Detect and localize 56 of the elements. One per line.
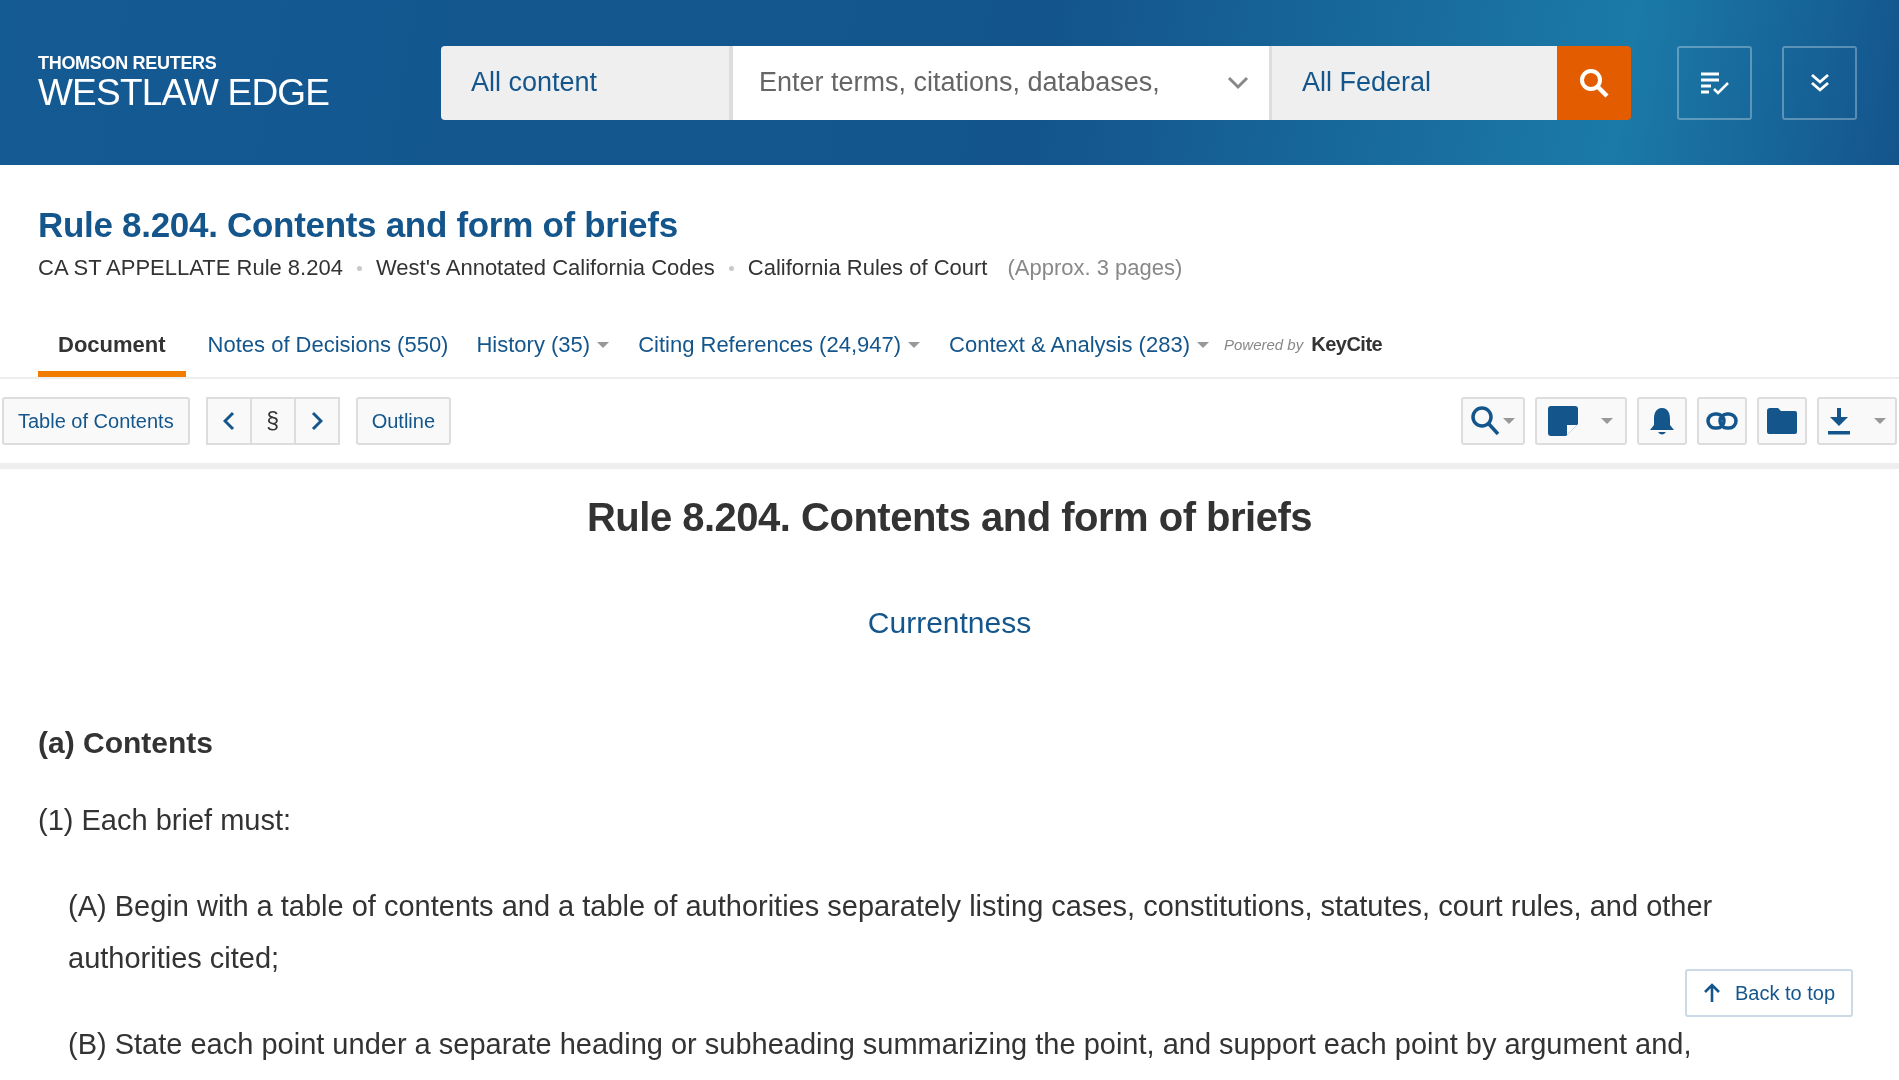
separator-dot <box>728 265 734 271</box>
search-options-button[interactable] <box>1207 45 1269 120</box>
chevron-left-icon <box>222 411 235 431</box>
document-tab[interactable]: Context & Analysis (283) <box>935 319 1224 377</box>
document-heading: Rule 8.204. Contents and form of briefs <box>585 495 1314 540</box>
search-button[interactable] <box>1557 45 1631 120</box>
caret-down-icon <box>1600 417 1614 425</box>
double-chevron-down-icon <box>1809 72 1830 93</box>
search-menu-button[interactable] <box>1461 397 1525 445</box>
chevron-right-icon <box>310 411 323 431</box>
document-tab[interactable]: Citing References (24,947) <box>624 319 936 377</box>
powered-by-text: Powered by <box>1223 335 1304 353</box>
page-count: (Approx. 3 pages) <box>1007 255 1183 281</box>
folder-icon <box>1767 408 1797 434</box>
chevron-down-icon <box>1227 75 1249 90</box>
jurisdiction-dropdown[interactable]: All Federal <box>1269 45 1557 120</box>
document-title: Rule 8.204. Contents and form of briefs <box>38 205 679 245</box>
keycite-logo: KeyCite <box>1311 332 1383 356</box>
list-check-icon <box>1699 70 1730 95</box>
brand-subtitle: THOMSON REUTERS <box>38 52 218 74</box>
document-tab[interactable]: Notes of Decisions (550) <box>193 319 463 377</box>
folder-button[interactable] <box>1757 397 1807 445</box>
currentness-link[interactable]: Currentness <box>38 606 1861 640</box>
previous-button[interactable] <box>205 397 252 445</box>
brand-logo: WESTLAW EDGE <box>38 73 331 113</box>
back-to-top-button[interactable]: Back to top <box>1685 969 1854 1017</box>
separator-dot <box>356 265 362 271</box>
paragraph-text: (1) Each brief must: <box>38 803 293 838</box>
outline-button[interactable]: Outline <box>355 397 452 445</box>
content-dropdown[interactable]: All content <box>441 45 729 120</box>
arrow-up-icon <box>1703 983 1721 1003</box>
document-tab[interactable]: History (35) <box>462 319 625 377</box>
search-field[interactable]: Enter terms, citations, databases, <box>729 45 1207 120</box>
paragraph-text: (B) State each point under a separate heading or subheading summarizing the point, and support each point by argument and, <box>68 1027 1693 1062</box>
section-button[interactable]: § <box>249 397 296 445</box>
download-button[interactable] <box>1817 397 1897 445</box>
link-button[interactable] <box>1697 397 1747 445</box>
bell-icon <box>1649 406 1675 436</box>
list-check-button[interactable] <box>1677 45 1752 120</box>
note-icon <box>1548 406 1578 436</box>
caret-down-icon <box>1502 417 1516 425</box>
next-button[interactable] <box>293 397 340 445</box>
expand-button[interactable] <box>1782 45 1857 120</box>
download-icon <box>1827 407 1851 435</box>
caret-down-icon <box>1873 417 1887 425</box>
citation-text: CA ST APPELLATE Rule 8.204 <box>38 255 343 281</box>
section-heading: (a) Contents <box>38 726 214 760</box>
document-tab[interactable]: Document <box>38 319 186 377</box>
note-button[interactable] <box>1535 397 1627 445</box>
search-icon <box>1579 67 1609 98</box>
table-of-contents-button[interactable]: Table of Contents <box>2 397 190 445</box>
citation-text: California Rules of Court <box>747 255 988 281</box>
bell-button[interactable] <box>1637 397 1687 445</box>
search-icon <box>1470 405 1500 437</box>
citation-text: West's Annotated California Codes <box>375 255 715 281</box>
link-icon <box>1706 412 1738 430</box>
